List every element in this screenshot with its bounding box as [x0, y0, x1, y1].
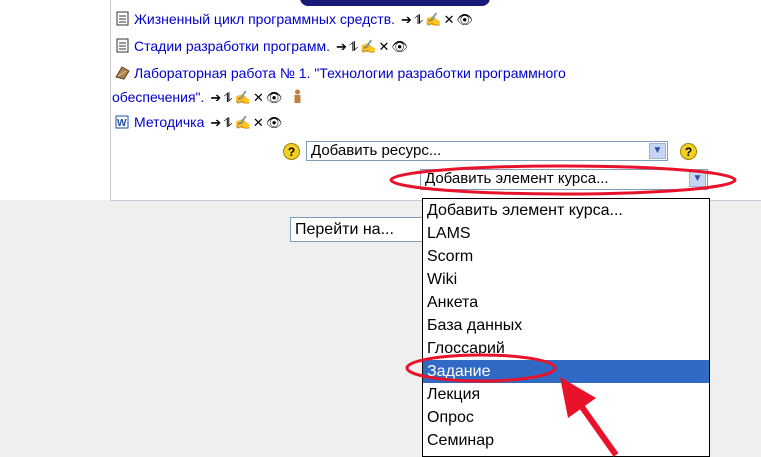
annotation-arrowhead	[560, 377, 596, 418]
annotation-ellipse	[405, 353, 557, 383]
annotation-overlay	[389, 164, 737, 457]
annotation-arrow	[574, 398, 619, 457]
annotation-ellipse	[389, 164, 737, 196]
